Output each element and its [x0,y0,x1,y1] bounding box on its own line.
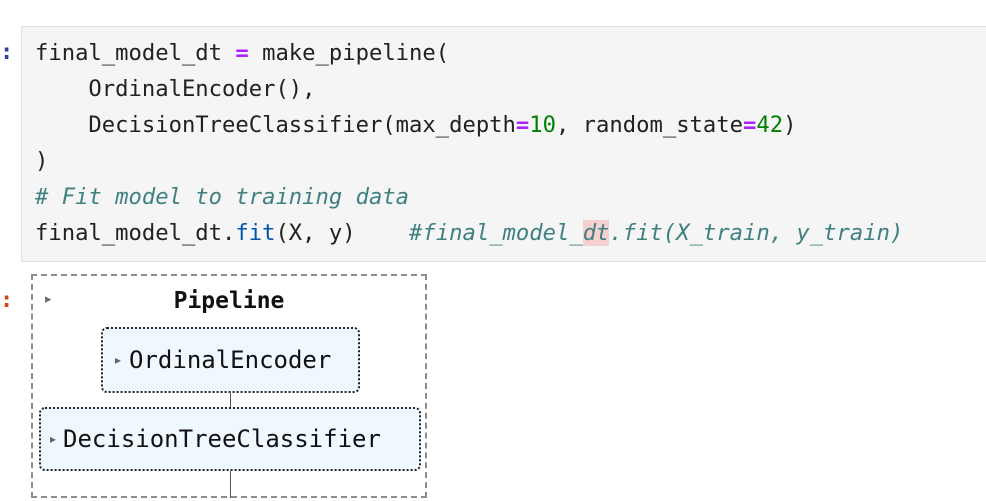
comment-text: #final_model_ [409,220,583,246]
function-call: make_pipeline( [262,40,450,66]
code-comment: # Fit model to training data [35,184,410,210]
pipeline-diagram: ▸ Pipeline ▸ OrdinalEncoder ▸ DecisionTr… [31,274,427,498]
connector-line [230,471,231,498]
assign-operator: = [742,112,757,138]
assign-operator: = [515,112,530,138]
connector-line [230,393,231,407]
assign-operator: = [235,40,249,66]
pipeline-title[interactable]: Pipeline [33,288,425,314]
method-name: fit [235,220,276,246]
code-line: OrdinalEncoder(), [35,76,316,102]
pipeline-step-ordinal-encoder[interactable]: ▸ OrdinalEncoder [101,327,360,393]
comment-text: .fit(X_train, y_train) [609,220,904,246]
number-literal: 10 [529,112,556,138]
number-literal: 42 [756,112,784,138]
object-ref: final_model_dt. [35,220,236,246]
classifier-call: DecisionTreeClassifier(max_depth [35,112,516,138]
step-label: DecisionTreeClassifier [63,425,381,453]
code-line: DecisionTreeClassifier(max_depth=10, ran… [35,110,796,140]
pipeline-step-decision-tree[interactable]: ▸ DecisionTreeClassifier [39,407,421,471]
code-line: final_model_dt = make_pipeline( [35,38,449,68]
expand-triangle-icon: ▸ [50,432,57,446]
closing-paren: ) [783,112,797,138]
expand-triangle-icon: ▸ [115,353,122,367]
output-prompt: : [0,288,14,313]
code-cell[interactable]: final_model_dt = make_pipeline( OrdinalE… [21,26,986,262]
inline-comment: #final_model_dt.fit(X_train, y_train) [409,220,903,246]
code-line: final_model_dt.fit(X, y) #final_model_dt… [35,218,903,248]
step-label: OrdinalEncoder [129,346,332,374]
method-args: (X, y) [275,220,356,246]
argument-text: , random_state [555,112,743,138]
variable-name: final_model_dt [35,40,223,66]
input-prompt: : [0,40,14,65]
search-highlight: dt [582,220,610,246]
code-line: ) [35,148,49,174]
